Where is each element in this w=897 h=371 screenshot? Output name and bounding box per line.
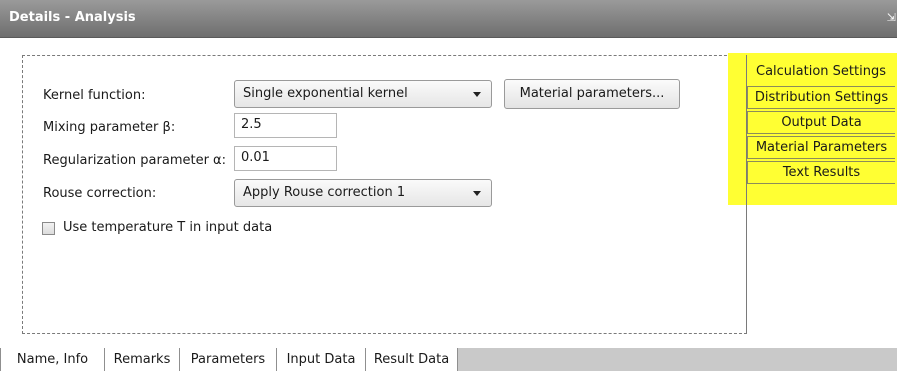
pin-icon[interactable]: ⇲ — [887, 11, 896, 24]
chevron-down-icon — [473, 191, 481, 196]
window-title: Details - Analysis — [9, 10, 136, 25]
kernel-function-dropdown[interactable]: Single exponential kernel — [234, 80, 492, 108]
regularization-parameter-input[interactable]: 0.01 — [234, 146, 337, 171]
rouse-correction-value: Apply Rouse correction 1 — [243, 185, 406, 200]
temperature-checkbox[interactable] — [42, 222, 55, 235]
tab-parameters[interactable]: Parameters — [180, 348, 277, 371]
tab-input-data[interactable]: Input Data — [277, 348, 366, 371]
rouse-correction-dropdown[interactable]: Apply Rouse correction 1 — [234, 179, 492, 207]
tab-remarks[interactable]: Remarks — [105, 348, 180, 371]
tab-name-info[interactable]: Name, Info — [0, 348, 105, 371]
material-parameters-button[interactable]: Material parameters... — [504, 79, 680, 109]
side-tab-output-data[interactable]: Output Data — [747, 111, 895, 134]
side-tab-text-results[interactable]: Text Results — [747, 161, 895, 184]
side-tab-distribution-settings[interactable]: Distribution Settings — [747, 86, 895, 109]
regularization-parameter-label: Regularization parameter α: — [43, 153, 227, 168]
temperature-checkbox-label[interactable]: Use temperature T in input data — [63, 220, 272, 235]
side-tab-material-parameters[interactable]: Material Parameters — [747, 136, 895, 159]
window-titlebar: Details - Analysis ⇲ — [0, 0, 897, 38]
chevron-down-icon — [473, 92, 481, 97]
tab-result-data[interactable]: Result Data — [366, 348, 458, 371]
side-tab-calculation-settings[interactable]: Calculation Settings — [747, 61, 895, 84]
rouse-correction-label: Rouse correction: — [43, 186, 157, 201]
kernel-function-label: Kernel function: — [43, 88, 146, 103]
kernel-function-value: Single exponential kernel — [243, 86, 408, 101]
mixing-parameter-input[interactable]: 2.5 — [234, 113, 337, 138]
mixing-parameter-label: Mixing parameter β: — [43, 120, 176, 135]
